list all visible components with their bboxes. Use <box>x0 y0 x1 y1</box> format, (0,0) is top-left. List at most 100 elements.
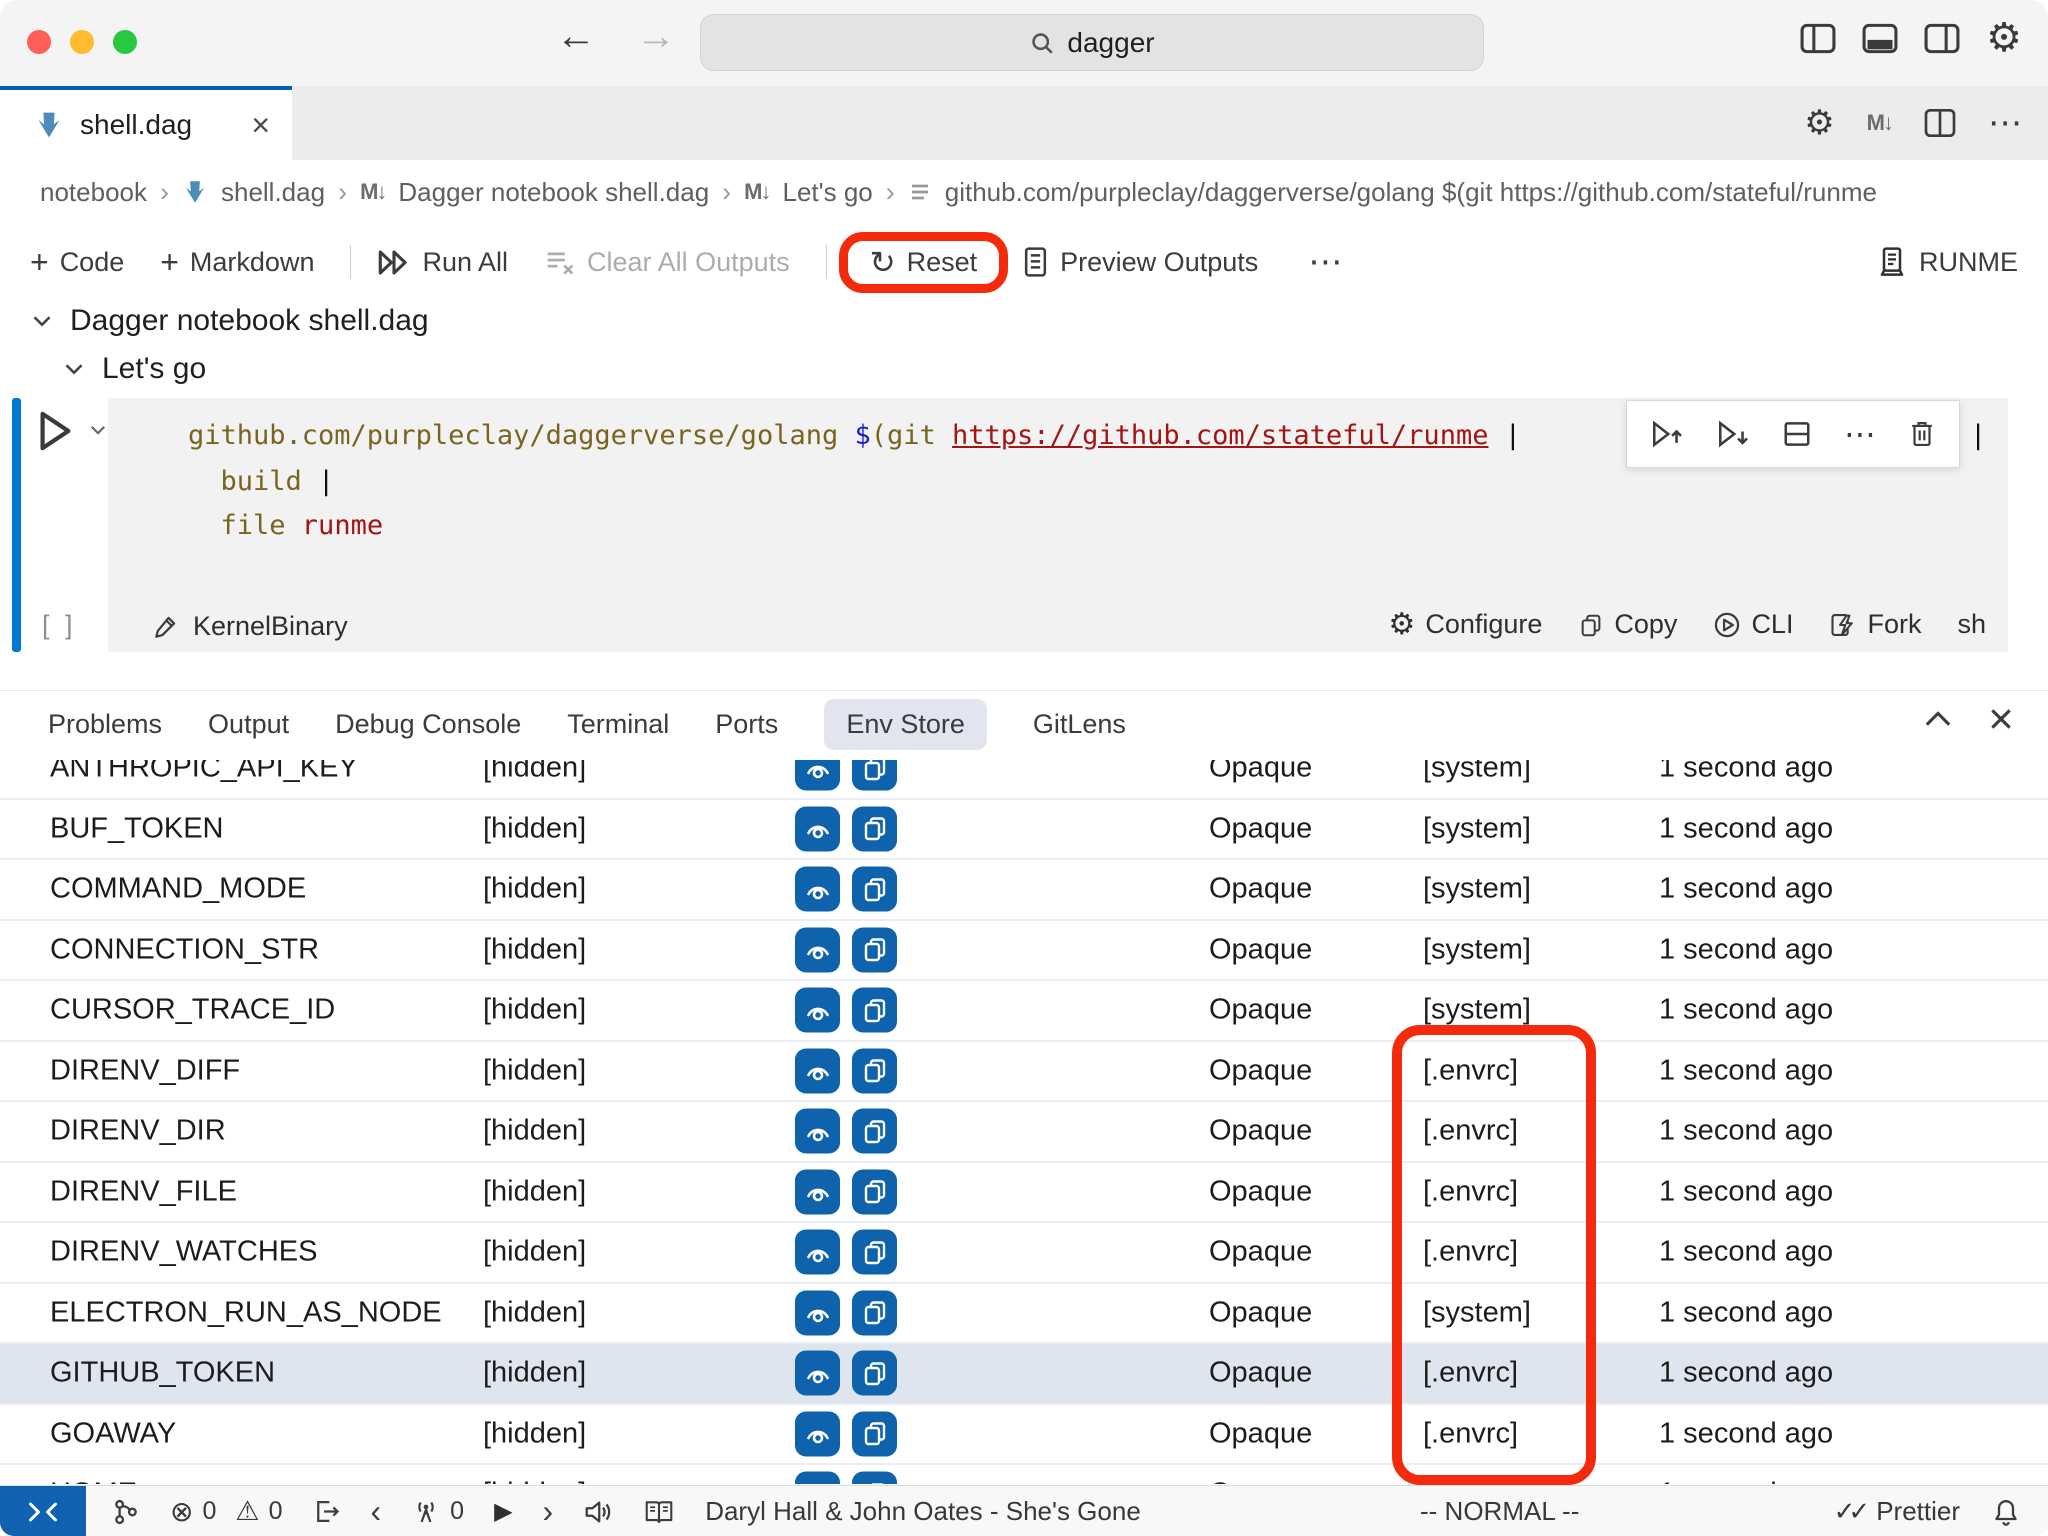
reveal-value-button[interactable] <box>795 988 840 1033</box>
run-cell-button[interactable] <box>34 408 76 454</box>
breadcrumb-cell[interactable]: github.com/purpleclay/daggerverse/golang… <box>945 177 1877 208</box>
add-markdown-cell-button[interactable]: + Markdown <box>160 244 314 281</box>
tab-shell-dag[interactable]: shell.dag × <box>0 86 292 160</box>
reveal-value-button[interactable] <box>795 760 840 791</box>
env-var-row[interactable]: ANTHROPIC_API_KEY [hidden] Opaque [syste… <box>0 760 2048 800</box>
vim-mode-indicator[interactable]: -- NORMAL -- <box>1420 1486 1579 1536</box>
toggle-secondary-sidebar-icon[interactable] <box>1924 23 1960 54</box>
toolbar-more-actions-icon[interactable]: ⋯ <box>1308 242 1342 282</box>
reset-session-button[interactable]: ↻ Reset <box>870 247 978 278</box>
configure-button[interactable]: ⚙ Configure <box>1388 607 1542 642</box>
settings-gear-icon[interactable]: ⚙ <box>1986 20 2022 56</box>
git-graph-icon[interactable] <box>112 1498 140 1526</box>
cli-button[interactable]: CLI <box>1713 609 1793 640</box>
toggle-sidebar-icon[interactable] <box>1800 23 1836 54</box>
reveal-value-button[interactable] <box>795 1290 840 1335</box>
reveal-value-button[interactable] <box>795 927 840 972</box>
preview-outputs-button[interactable]: Preview Outputs <box>1022 246 1258 278</box>
close-panel-icon[interactable] <box>1988 706 2014 732</box>
copy-value-button[interactable] <box>852 988 897 1033</box>
kernel-name[interactable]: KernelBinary <box>193 611 348 642</box>
fork-button[interactable]: Fork <box>1829 609 1921 640</box>
book-icon[interactable] <box>643 1498 675 1525</box>
panel-tab-output[interactable]: Output <box>208 709 289 740</box>
toggle-panel-icon[interactable] <box>1862 23 1898 54</box>
copy-value-button[interactable] <box>852 1290 897 1335</box>
panel-tab-debug-console[interactable]: Debug Console <box>335 709 521 740</box>
env-var-row[interactable]: DIRENV_DIR [hidden] Opaque [.envrc] 1 se… <box>0 1102 2048 1163</box>
markdown-kernel-icon[interactable]: M↓ <box>1867 110 1892 136</box>
env-var-row[interactable]: DIRENV_FILE [hidden] Opaque [.envrc] 1 s… <box>0 1163 2048 1224</box>
chevron-left-icon[interactable]: ‹ <box>371 1493 382 1530</box>
reveal-value-button[interactable] <box>795 867 840 912</box>
panel-tab-gitlens[interactable]: GitLens <box>1033 709 1126 740</box>
notifications-bell-icon[interactable] <box>1992 1498 2020 1526</box>
run-all-button[interactable]: Run All <box>377 247 508 278</box>
copy-value-button[interactable] <box>852 760 897 791</box>
delete-cell-icon[interactable] <box>1908 419 1936 449</box>
speaker-icon[interactable] <box>583 1499 613 1525</box>
reveal-value-button[interactable] <box>795 1472 840 1484</box>
panel-tab-env-store[interactable]: Env Store <box>824 699 987 750</box>
env-var-row[interactable]: BUF_TOKEN [hidden] Opaque [system] 1 sec… <box>0 800 2048 861</box>
env-var-row[interactable]: GOAWAY [hidden] Opaque [.envrc] 1 second… <box>0 1405 2048 1466</box>
notebook-settings-gear-icon[interactable]: ⚙ <box>1804 105 1834 141</box>
zoom-window-button[interactable] <box>113 30 137 54</box>
navigate-back-button[interactable]: ← <box>556 16 596 56</box>
copy-value-button[interactable] <box>852 1169 897 1214</box>
env-var-row[interactable]: DIRENV_WATCHES [hidden] Opaque [.envrc] … <box>0 1223 2048 1284</box>
copy-value-button[interactable] <box>852 1411 897 1456</box>
reveal-value-button[interactable] <box>795 806 840 851</box>
session-exit-icon[interactable] <box>313 1498 341 1525</box>
copy-value-button[interactable] <box>852 927 897 972</box>
notebook-heading-1[interactable]: Dagger notebook shell.dag <box>30 304 429 338</box>
chevron-down-icon[interactable] <box>62 357 86 381</box>
now-playing-label[interactable]: Daryl Hall & John Oates - She's Gone <box>705 1496 1141 1527</box>
play-icon[interactable]: ▶ <box>494 1497 512 1526</box>
reveal-value-button[interactable] <box>795 1109 840 1154</box>
reveal-value-button[interactable] <box>795 1169 840 1214</box>
copy-cell-button[interactable]: Copy <box>1578 609 1677 640</box>
reveal-value-button[interactable] <box>795 1411 840 1456</box>
chevron-down-icon[interactable] <box>30 309 54 333</box>
chevron-right-icon[interactable]: › <box>543 1493 554 1530</box>
copy-value-button[interactable] <box>852 806 897 851</box>
reveal-value-button[interactable] <box>795 1230 840 1275</box>
run-cells-above-icon[interactable] <box>1650 420 1684 448</box>
reveal-value-button[interactable] <box>795 1351 840 1396</box>
cell-more-actions-icon[interactable]: ⋯ <box>1844 415 1876 453</box>
copy-value-button[interactable] <box>852 1048 897 1093</box>
close-tab-icon[interactable]: × <box>251 109 270 141</box>
env-var-row[interactable]: ELECTRON_RUN_AS_NODE [hidden] Opaque [sy… <box>0 1284 2048 1345</box>
add-code-cell-button[interactable]: + Code <box>30 244 124 281</box>
close-window-button[interactable] <box>27 30 51 54</box>
command-center-search[interactable]: dagger <box>700 14 1484 71</box>
env-var-row[interactable]: HOME [hidden] Opaque [system] 1 second a… <box>0 1465 2048 1484</box>
copy-value-button[interactable] <box>852 1472 897 1484</box>
split-editor-icon[interactable] <box>1924 108 1956 138</box>
copy-value-button[interactable] <box>852 1109 897 1154</box>
copy-value-button[interactable] <box>852 1351 897 1396</box>
cell-code-editor[interactable]: github.com/purpleclay/daggerverse/golang… <box>108 398 2008 652</box>
minimize-window-button[interactable] <box>70 30 94 54</box>
cell-language-label[interactable]: sh <box>1957 609 1986 640</box>
env-var-row[interactable]: GITHUB_TOKEN [hidden] Opaque [.envrc] 1 … <box>0 1344 2048 1405</box>
runme-button[interactable]: RUNME <box>1876 246 2018 278</box>
run-options-chevron-icon[interactable] <box>88 420 108 440</box>
panel-tab-ports[interactable]: Ports <box>715 709 778 740</box>
split-cell-icon[interactable] <box>1782 420 1812 448</box>
breadcrumb-h2[interactable]: Let's go <box>783 177 873 208</box>
broadcast-indicator[interactable]: 0 <box>411 1497 464 1526</box>
panel-tab-terminal[interactable]: Terminal <box>567 709 669 740</box>
breadcrumb-h1[interactable]: Dagger notebook shell.dag <box>398 177 709 208</box>
reveal-value-button[interactable] <box>795 1048 840 1093</box>
code-link[interactable]: https://github.com/stateful/runme <box>952 420 1488 451</box>
clear-all-outputs-button[interactable]: Clear All Outputs <box>544 247 790 278</box>
notebook-heading-2[interactable]: Let's go <box>62 352 206 386</box>
breadcrumb-file[interactable]: shell.dag <box>221 177 325 208</box>
run-cells-below-icon[interactable] <box>1716 420 1750 448</box>
prettier-status[interactable]: ✓✓ Prettier <box>1834 1496 1960 1527</box>
env-var-row[interactable]: DIRENV_DIFF [hidden] Opaque [.envrc] 1 s… <box>0 1042 2048 1103</box>
env-var-row[interactable]: CURSOR_TRACE_ID [hidden] Opaque [system]… <box>0 981 2048 1042</box>
panel-tab-problems[interactable]: Problems <box>48 709 162 740</box>
